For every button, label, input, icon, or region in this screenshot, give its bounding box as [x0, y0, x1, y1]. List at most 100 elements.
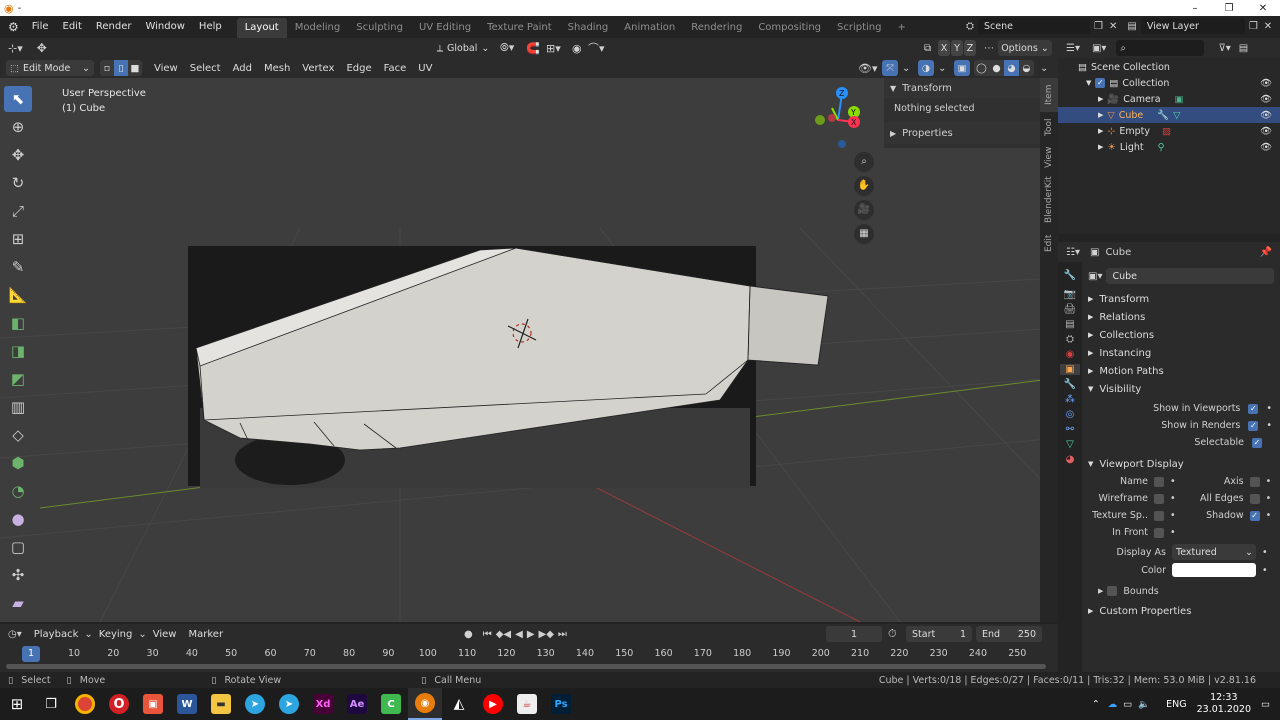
- options-dropdown[interactable]: Options ⌄: [998, 40, 1052, 56]
- gizmo-dropdown-icon[interactable]: ⌄: [902, 63, 910, 74]
- timeline[interactable]: 1 10 20 30 40 50 60 70 80 90 100 110 120 130 140 150 160…: [0, 644, 1058, 672]
- menu-face[interactable]: Face: [378, 63, 413, 74]
- expand-icon[interactable]: ▼: [1086, 79, 1091, 87]
- tab-shading[interactable]: Shading: [560, 18, 617, 38]
- menu-marker[interactable]: Marker: [182, 629, 229, 640]
- play-icon[interactable]: ▶: [527, 629, 535, 640]
- extrude-tool-icon[interactable]: ◧: [4, 310, 32, 336]
- photoshop-icon[interactable]: Ps: [544, 688, 578, 720]
- snap-element-icon[interactable]: ⊞▾: [546, 42, 561, 55]
- world-tab-icon[interactable]: ◉: [1066, 349, 1075, 360]
- section-motion-paths[interactable]: ▶ Motion Paths: [1082, 362, 1280, 380]
- eye-icon[interactable]: 👁: [1260, 110, 1272, 121]
- selectable-checkbox[interactable]: ✓: [1252, 437, 1262, 448]
- menu-vertex[interactable]: Vertex: [296, 63, 340, 74]
- java-icon[interactable]: ☕: [510, 688, 544, 720]
- network-icon[interactable]: ▭: [1123, 699, 1132, 710]
- tab-sculpting[interactable]: Sculpting: [348, 18, 411, 38]
- eye-icon[interactable]: 👁: [1260, 142, 1272, 153]
- tab-texture-paint[interactable]: Texture Paint: [479, 18, 560, 38]
- eye-icon[interactable]: 👁: [1260, 94, 1272, 105]
- eye-icon[interactable]: 👁: [1260, 126, 1272, 137]
- loop-cut-tool-icon[interactable]: ▥: [4, 394, 32, 420]
- outliner-item-camera[interactable]: ▶ 🎥 Camera ▣ 👁: [1058, 91, 1280, 107]
- snap-icon[interactable]: 🧲: [526, 42, 540, 55]
- in-front-checkbox[interactable]: [1154, 527, 1164, 538]
- solid-shading-button[interactable]: ●: [989, 60, 1004, 76]
- menu-file[interactable]: File: [25, 16, 56, 38]
- collection-checkbox[interactable]: ✓: [1095, 78, 1106, 88]
- outliner-item-empty[interactable]: ▶ ⊹ Empty ▨ 👁: [1058, 123, 1280, 139]
- shear-tool-icon[interactable]: ▰: [4, 590, 32, 616]
- outliner-item-cube[interactable]: ▶ ▽ Cube 🔧 ▽ 👁: [1058, 107, 1280, 123]
- knife-tool-icon[interactable]: ◇: [4, 422, 32, 448]
- 3d-viewport[interactable]: User Perspective (1) Cube Z Y X ⌕ ✋ 🎥 ▦: [0, 78, 1058, 622]
- tab-modeling[interactable]: Modeling: [287, 18, 349, 38]
- end-frame-field[interactable]: End 250: [976, 626, 1042, 642]
- menu-view[interactable]: View: [148, 63, 184, 74]
- annotate-tool-icon[interactable]: ✎: [4, 254, 32, 280]
- keyframe-dot-icon[interactable]: •: [1266, 510, 1272, 521]
- section-custom-properties[interactable]: ▶ Custom Properties: [1082, 602, 1280, 620]
- menu-render[interactable]: Render: [89, 16, 139, 38]
- expand-icon[interactable]: ▶: [1098, 111, 1103, 119]
- stopwatch-icon[interactable]: ⏱: [888, 627, 897, 641]
- spin-tool-icon[interactable]: ◔: [4, 478, 32, 504]
- windows-start-icon[interactable]: ⊞: [0, 688, 34, 720]
- new-scene-icon[interactable]: ❐: [1094, 21, 1103, 32]
- transform-panel-header[interactable]: ▼ Transform: [884, 78, 1040, 98]
- tab-blenderkit[interactable]: BlenderKit: [1040, 172, 1058, 228]
- telegram-icon[interactable]: ➤: [238, 688, 272, 720]
- menu-add[interactable]: Add: [227, 63, 258, 74]
- keyframe-dot-icon[interactable]: •: [1262, 547, 1268, 558]
- timeline-editor-icon[interactable]: ◷▾: [8, 629, 22, 640]
- jump-start-icon[interactable]: ⏮: [483, 629, 492, 640]
- eye-icon[interactable]: 👁: [1260, 78, 1272, 89]
- pivot-point-icon[interactable]: ⦾▾: [500, 41, 514, 55]
- menu-edit[interactable]: Edit: [56, 16, 89, 38]
- display-as-dropdown[interactable]: Textured ⌄: [1172, 544, 1256, 560]
- word-icon[interactable]: W: [170, 688, 204, 720]
- outliner-editor-icon[interactable]: ☰▾: [1066, 43, 1080, 54]
- tab-view[interactable]: View: [1040, 142, 1058, 172]
- youtube-icon[interactable]: ▶: [476, 688, 510, 720]
- modifier-tab-icon[interactable]: 🔧: [1064, 379, 1076, 390]
- expand-icon[interactable]: ▶: [1098, 95, 1103, 103]
- texture-space-checkbox[interactable]: [1154, 510, 1164, 521]
- menu-timeline-view[interactable]: View: [147, 629, 183, 640]
- edge-select-button[interactable]: ▯: [114, 60, 128, 76]
- overlay-dropdown-icon[interactable]: ⌄: [938, 63, 946, 74]
- app-red-icon[interactable]: ▣: [136, 688, 170, 720]
- tab-compositing[interactable]: Compositing: [750, 18, 829, 38]
- editor-type-icon[interactable]: ⊹▾: [8, 42, 23, 55]
- face-select-button[interactable]: ■: [128, 60, 142, 76]
- shrink-tool-icon[interactable]: ✣: [4, 562, 32, 588]
- color-swatch[interactable]: [1172, 563, 1256, 577]
- delete-view-layer-icon[interactable]: ✕: [1264, 21, 1272, 32]
- output-tab-icon[interactable]: 🖨: [1064, 304, 1077, 315]
- tab-edit[interactable]: Edit: [1040, 228, 1058, 258]
- data-tab-icon[interactable]: ▽: [1066, 439, 1074, 450]
- mesh-options-icon[interactable]: ⋯: [984, 43, 994, 54]
- constraints-tab-icon[interactable]: ⚯: [1066, 424, 1074, 435]
- tray-up-arrow-icon[interactable]: ⌃: [1092, 699, 1100, 710]
- cursor-tool-icon[interactable]: ⊕: [4, 114, 32, 140]
- section-transform[interactable]: ▶ Transform: [1082, 290, 1280, 308]
- unity-icon[interactable]: ◭: [442, 688, 476, 720]
- section-visibility[interactable]: ▼ Visibility: [1082, 380, 1280, 398]
- tab-tool[interactable]: Tool: [1040, 112, 1058, 142]
- pin-icon[interactable]: 📌: [1260, 247, 1272, 258]
- scale-tool-icon[interactable]: ⤢: [4, 198, 32, 224]
- minimize-button[interactable]: –: [1178, 3, 1212, 14]
- tab-layout[interactable]: Layout: [236, 17, 287, 38]
- keyframe-dot-icon[interactable]: •: [1266, 403, 1272, 414]
- view-layer-selector[interactable]: View Layer: [1140, 18, 1245, 34]
- play-reverse-icon[interactable]: ◀: [515, 629, 523, 640]
- menu-help[interactable]: Help: [192, 16, 229, 38]
- xray-toggle[interactable]: ▣: [954, 60, 970, 76]
- section-relations[interactable]: ▶ Relations: [1082, 308, 1280, 326]
- wireframe-shading-button[interactable]: ◯: [974, 60, 989, 76]
- blender-menu-icon[interactable]: ⚙: [8, 20, 19, 34]
- prev-keyframe-icon[interactable]: ◆◀: [496, 629, 511, 640]
- menu-select[interactable]: Select: [184, 63, 227, 74]
